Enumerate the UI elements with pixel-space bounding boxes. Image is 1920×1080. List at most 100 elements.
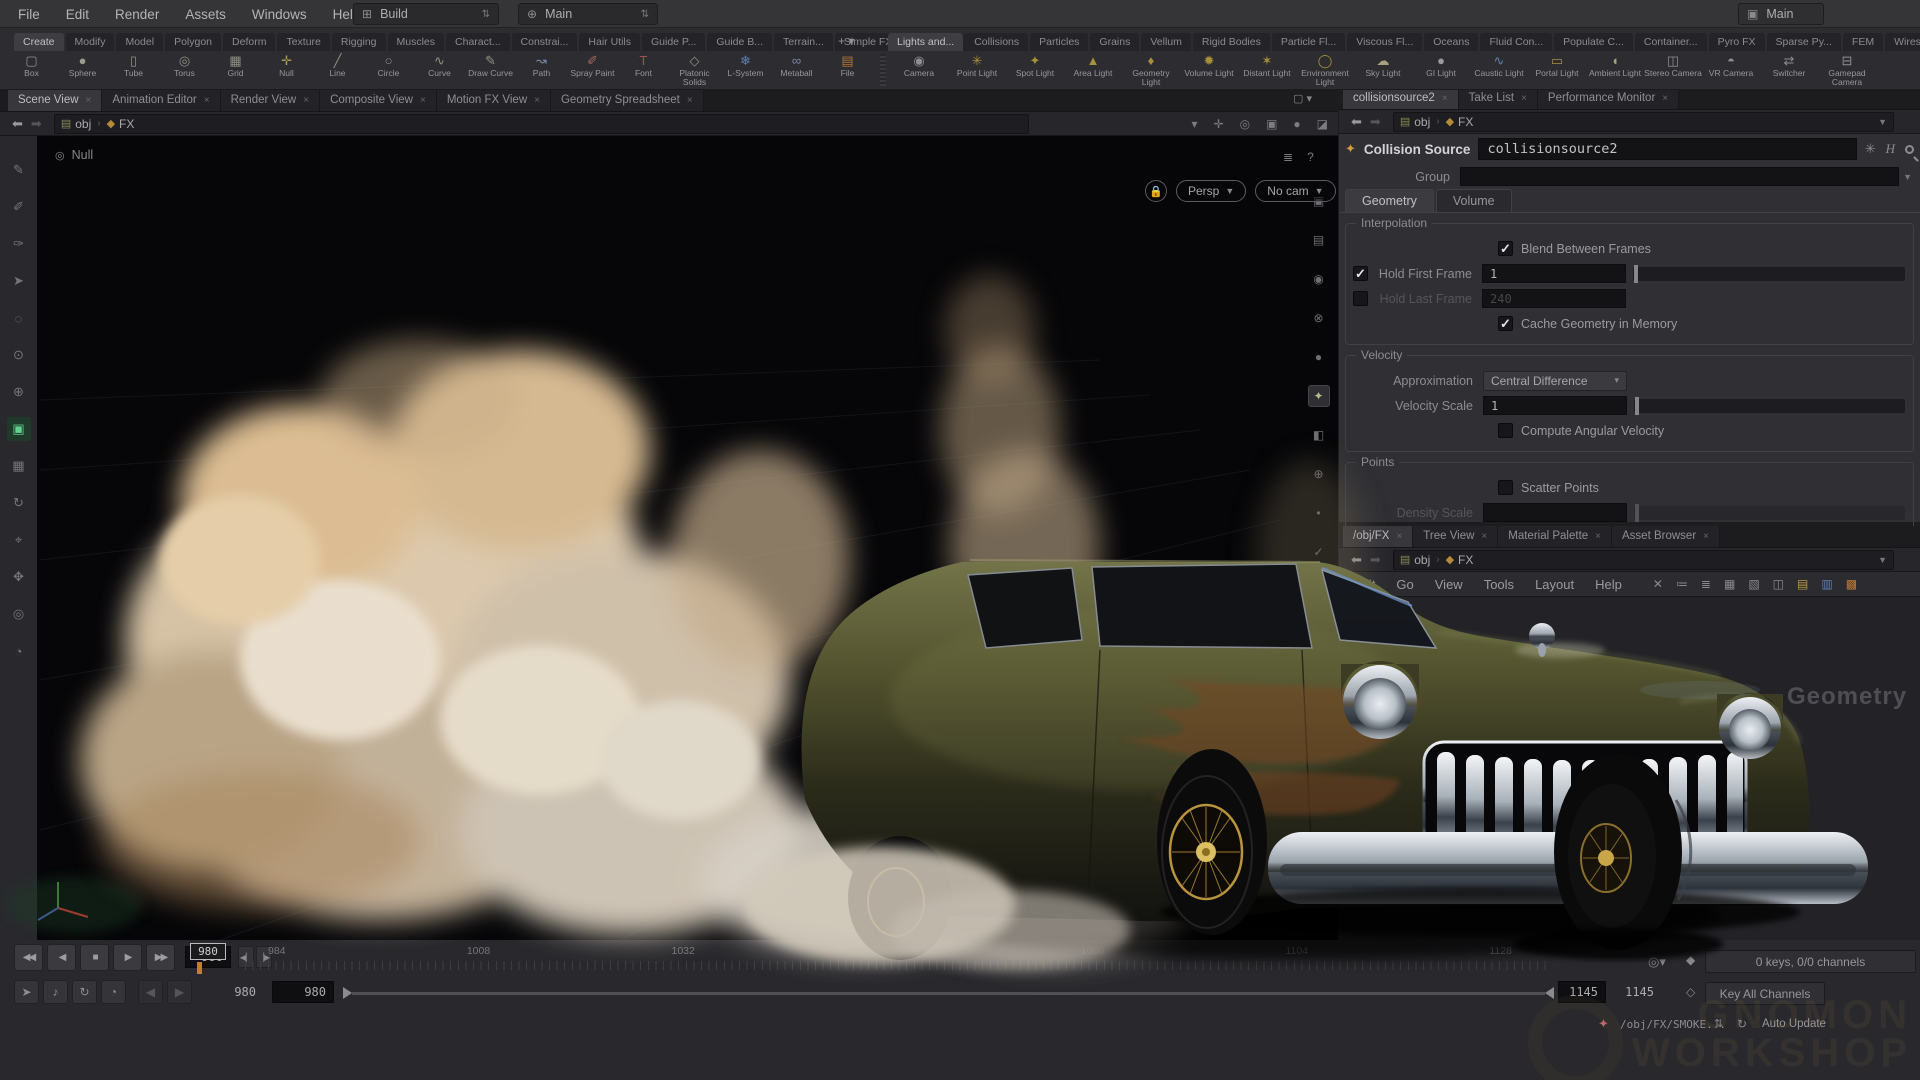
viewport-tool-icon[interactable]: ✐	[7, 195, 31, 219]
shelf-tab[interactable]: Vellum	[1141, 33, 1191, 51]
shelf-tool[interactable]: ○ Circle	[363, 52, 414, 78]
scene-path-field[interactable]: ▤obj › ◆FX	[54, 114, 1029, 134]
shelf-tool[interactable]: ✶ Distant Light	[1238, 52, 1296, 78]
blend-between-frames-checkbox[interactable]	[1498, 241, 1513, 256]
range-step-forward-icon[interactable]: ▶	[167, 980, 192, 1004]
shelf-tool[interactable]: ✛ Null	[261, 52, 312, 78]
network-toolbar-icon[interactable]: ▦	[1724, 577, 1735, 591]
density-scale-field[interactable]	[1483, 503, 1627, 522]
shelf-tool[interactable]: ◖ Ambient Light	[1586, 52, 1644, 78]
velocity-scale-field[interactable]: 1	[1483, 396, 1627, 415]
shelf-tab[interactable]: Deform	[223, 33, 275, 51]
shelf-tool[interactable]: ✳ Point Light	[948, 52, 1006, 78]
forward-arrow-icon[interactable]: ➡	[1370, 552, 1381, 568]
playback-start-field[interactable]: 980	[272, 981, 334, 1003]
viewport-display-icon[interactable]: ●	[1308, 346, 1330, 368]
viewport-display-icon[interactable]: ✓	[1308, 541, 1330, 563]
shelf-tab[interactable]: Constrai...	[512, 33, 578, 51]
shelf-tool[interactable]: ▢ Box	[6, 52, 57, 78]
playbar-option-icon[interactable]: ♪	[43, 980, 68, 1004]
shelf-tab[interactable]: Hair Utils	[579, 33, 640, 51]
shelf-tab[interactable]: Pyro FX	[1709, 33, 1765, 51]
menu-item[interactable]: File	[18, 7, 40, 22]
shelf-tab[interactable]: Particles	[1030, 33, 1088, 51]
chevron-down-icon[interactable]: ▼	[1878, 555, 1887, 565]
viewport-tool-icon[interactable]: ↻	[7, 491, 31, 515]
back-arrow-icon[interactable]: ⬅	[1351, 552, 1362, 568]
pane-tab[interactable]: Render View ×	[221, 90, 320, 111]
playbar-option-icon[interactable]: ◔	[101, 980, 126, 1004]
shelf-tool[interactable]: ∿ Caustic Light	[1470, 52, 1528, 78]
shelf-tool[interactable]: ◫ Stereo Camera	[1644, 52, 1702, 78]
velocity-scale-slider[interactable]	[1634, 399, 1905, 413]
projection-pill[interactable]: Persp▼	[1176, 180, 1246, 202]
shelf-tool[interactable]: ⇄ Switcher	[1760, 52, 1818, 78]
shelf-tool[interactable]: ▯ Tube	[108, 52, 159, 78]
shelf-tab[interactable]: Rigid Bodies	[1193, 33, 1270, 51]
network-menu-item[interactable]: Tools	[1484, 577, 1514, 592]
shelf-tab[interactable]: Viscous Fl...	[1347, 33, 1422, 51]
chevron-down-icon[interactable]: ▼	[1903, 172, 1912, 182]
pane-tab[interactable]: Motion FX View ×	[437, 90, 551, 111]
folder-tab[interactable]: Volume	[1436, 189, 1512, 212]
shelf-tool[interactable]: ❄ L-System	[720, 52, 771, 78]
shelf-tab[interactable]: Fluid Con...	[1480, 33, 1552, 51]
close-icon[interactable]: ×	[204, 95, 210, 106]
close-icon[interactable]: ×	[1703, 531, 1709, 542]
shelf-tab[interactable]: Muscles	[388, 33, 445, 51]
scatter-points-checkbox[interactable]	[1498, 480, 1513, 495]
playbar-option-icon[interactable]: ↻	[72, 980, 97, 1004]
playbar-option-icon[interactable]: ➤	[14, 980, 39, 1004]
shelf-tab[interactable]: Model	[116, 33, 163, 51]
close-icon[interactable]: ×	[1396, 531, 1402, 542]
density-scale-slider[interactable]	[1634, 506, 1905, 520]
network-toolbar-icon[interactable]: ✕	[1653, 577, 1663, 591]
network-path-field[interactable]: ▤obj › ◆FX ▼	[1393, 550, 1894, 570]
gear-menu-icon[interactable]: ✳	[1865, 141, 1876, 157]
viewport-display-icon[interactable]: ⊕	[1308, 463, 1330, 485]
shelf-tab[interactable]: Oceans	[1424, 33, 1478, 51]
shelf-tab[interactable]: Polygon	[165, 33, 221, 51]
shelf-tool[interactable]: ● GI Light	[1412, 52, 1470, 78]
shelf-tab[interactable]: Collisions	[965, 33, 1028, 51]
shelf-tool[interactable]: ∞ Metaball	[771, 52, 822, 78]
viewport-tool-icon[interactable]: ◔	[7, 639, 31, 663]
shelf-tool[interactable]: ✐ Spray Paint	[567, 52, 618, 78]
forward-arrow-icon[interactable]: ➡	[1370, 114, 1381, 130]
toolbar-icon[interactable]: ◎	[1240, 117, 1250, 131]
shelf-tool[interactable]: ⊟ Gamepad Camera	[1818, 52, 1876, 88]
shelf-tool[interactable]: T Font	[618, 52, 669, 78]
shelf-tab[interactable]: Guide P...	[642, 33, 705, 51]
shelf-tab[interactable]: Grains	[1090, 33, 1139, 51]
viewport-display-icon[interactable]: ◧	[1308, 424, 1330, 446]
network-toolbar-icon[interactable]: ◫	[1773, 577, 1784, 591]
transport-button[interactable]: ■	[80, 944, 109, 971]
toolbar-icon[interactable]: ◪	[1317, 117, 1328, 131]
viewport-display-icon[interactable]: ⊗	[1308, 307, 1330, 329]
chevron-down-icon[interactable]: ▼	[1878, 117, 1887, 127]
viewport-tool-icon[interactable]: ✎	[7, 158, 31, 182]
menu-item[interactable]: Render	[115, 7, 159, 22]
shelf-tool[interactable]: ✦ Spot Light	[1006, 52, 1064, 78]
network-menu-item[interactable]: View	[1435, 577, 1463, 592]
pane-tab[interactable]: Tree View ×	[1413, 526, 1498, 547]
viewport-tool-icon[interactable]: ⌖	[7, 528, 31, 552]
viewport-display-icon[interactable]: •	[1308, 502, 1330, 524]
network-toolbar-icon[interactable]: ▧	[1748, 577, 1759, 591]
playback-range-slider[interactable]	[352, 992, 1545, 995]
group-field[interactable]	[1460, 167, 1899, 186]
shelf-tool[interactable]: ♦ Geometry Light	[1122, 52, 1180, 88]
key-options-icon[interactable]: ◎▾	[1648, 954, 1666, 970]
network-toolbar-icon[interactable]: ≣	[1701, 577, 1711, 591]
path-root-chip[interactable]: ▤obj	[61, 117, 91, 131]
transport-button[interactable]: ▶	[113, 944, 142, 971]
lock-icon[interactable]: 🔒	[1145, 180, 1167, 202]
search-icon[interactable]	[1905, 145, 1914, 154]
shelf-tool[interactable]: ◇ Platonic Solids	[669, 52, 720, 88]
shelf-tool[interactable]: ╱ Line	[312, 52, 363, 78]
network-menu-item[interactable]: Help	[1595, 577, 1622, 592]
network-node[interactable]: ▲	[1572, 677, 1618, 694]
shelf-tab[interactable]: Create	[14, 33, 64, 51]
shelf-tab[interactable]: Lights and...	[888, 33, 963, 51]
shelf-tab[interactable]: Terrain...	[774, 33, 833, 51]
